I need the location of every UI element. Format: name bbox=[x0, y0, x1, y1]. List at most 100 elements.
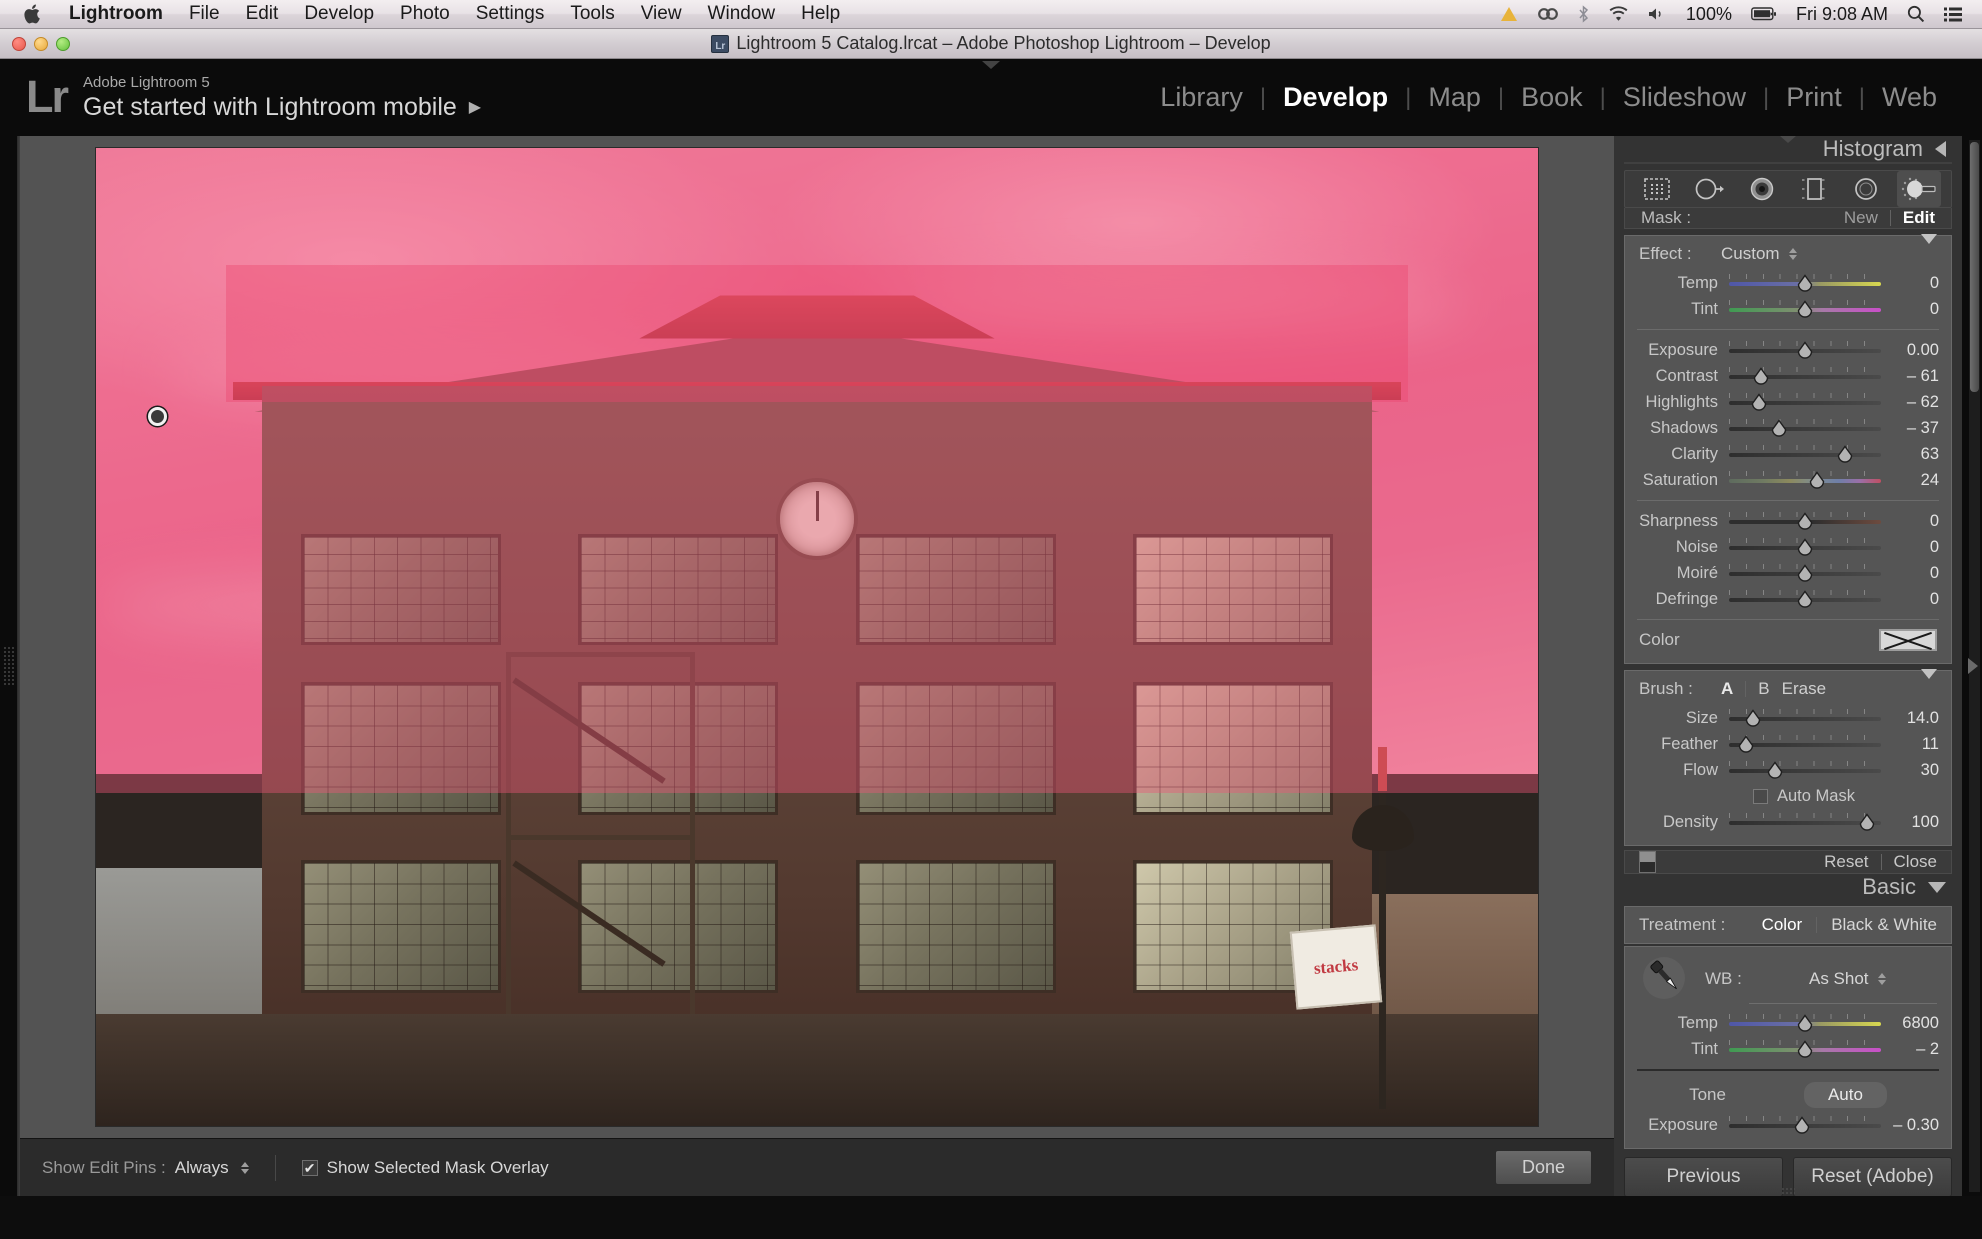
basic-slider-temp-track[interactable] bbox=[1729, 1013, 1881, 1033]
slider-shadows-knob[interactable] bbox=[1770, 419, 1789, 438]
histogram-collapse-icon[interactable] bbox=[1935, 141, 1946, 157]
volume-icon[interactable] bbox=[1648, 6, 1667, 22]
slider-tint-track[interactable] bbox=[1729, 299, 1881, 319]
slider-flow[interactable]: Flow 30 bbox=[1625, 757, 1951, 783]
slider-sharpness-track[interactable] bbox=[1729, 511, 1881, 531]
brush-close-button[interactable]: Close bbox=[1894, 852, 1937, 872]
show-edit-pins-control[interactable]: Show Edit Pins : Always bbox=[42, 1158, 249, 1178]
slider-clarity-track[interactable] bbox=[1729, 444, 1881, 464]
basic-collapse-icon[interactable] bbox=[1928, 882, 1946, 893]
identity-plate[interactable]: Lr Adobe Lightroom 5 Get started with Li… bbox=[0, 74, 481, 122]
module-web[interactable]: Web bbox=[1865, 82, 1954, 113]
menu-lightroom[interactable]: Lightroom bbox=[69, 3, 163, 25]
left-panel-collapse-strip[interactable] bbox=[0, 136, 20, 1196]
treatment-color-option[interactable]: Color bbox=[1762, 915, 1803, 935]
menu-photo[interactable]: Photo bbox=[400, 3, 450, 25]
right-panel-scroll-thumb[interactable] bbox=[1970, 142, 1979, 392]
slider-flow-track[interactable] bbox=[1729, 760, 1881, 780]
tone-auto-button[interactable]: Auto bbox=[1804, 1082, 1887, 1108]
basic-slider-exposure[interactable]: Exposure – 0.30 bbox=[1625, 1112, 1951, 1138]
slider-moire[interactable]: Moiré 0 bbox=[1625, 560, 1951, 586]
module-library[interactable]: Library bbox=[1143, 82, 1260, 113]
slider-feather[interactable]: Feather 11 bbox=[1625, 731, 1951, 757]
slider-exposure[interactable]: Exposure 0.00 bbox=[1625, 337, 1951, 363]
menu-develop[interactable]: Develop bbox=[304, 3, 374, 25]
module-book[interactable]: Book bbox=[1504, 82, 1600, 113]
slider-size-knob[interactable] bbox=[1744, 709, 1763, 728]
right-panel-top-caret[interactable] bbox=[1780, 136, 1796, 143]
mask-overlay-checkbox[interactable]: ✔ bbox=[302, 1160, 318, 1176]
slider-moire-track[interactable] bbox=[1729, 563, 1881, 583]
white-balance-eyedropper[interactable] bbox=[1639, 955, 1691, 1003]
brush-reset-button[interactable]: Reset bbox=[1824, 852, 1868, 872]
color-swatch[interactable] bbox=[1879, 629, 1937, 651]
basic-slider-tint-track[interactable] bbox=[1729, 1039, 1881, 1059]
show-edit-pins-stepper-icon[interactable] bbox=[241, 1162, 249, 1174]
menu-window[interactable]: Window bbox=[708, 3, 776, 25]
show-selected-mask-overlay-control[interactable]: ✔ Show Selected Mask Overlay bbox=[302, 1158, 549, 1178]
slider-defringe[interactable]: Defringe 0 bbox=[1625, 586, 1951, 612]
auto-mask-checkbox[interactable] bbox=[1753, 789, 1768, 804]
effect-collapse-icon[interactable] bbox=[1921, 234, 1937, 263]
slider-density[interactable]: Density 100 bbox=[1625, 809, 1951, 835]
right-panel-collapse-strip[interactable] bbox=[1962, 136, 1982, 1196]
slider-highlights-track[interactable] bbox=[1729, 392, 1881, 412]
slider-density-track[interactable] bbox=[1729, 812, 1881, 832]
slider-shadows-track[interactable] bbox=[1729, 418, 1881, 438]
slider-contrast-knob[interactable] bbox=[1751, 367, 1770, 386]
mask-edit-button[interactable]: Edit bbox=[1903, 208, 1935, 228]
slider-tint-knob[interactable] bbox=[1796, 300, 1815, 319]
slider-defringe-knob[interactable] bbox=[1796, 590, 1815, 609]
module-develop[interactable]: Develop bbox=[1266, 82, 1405, 113]
graduated-filter-tool[interactable] bbox=[1792, 171, 1836, 207]
module-slideshow[interactable]: Slideshow bbox=[1606, 82, 1763, 113]
previous-button[interactable]: Previous bbox=[1624, 1157, 1783, 1196]
menu-file[interactable]: File bbox=[189, 3, 220, 25]
basic-slider-tint-knob[interactable] bbox=[1796, 1040, 1815, 1059]
basic-slider-temp-knob[interactable] bbox=[1796, 1014, 1815, 1033]
panel-switch-toggle[interactable] bbox=[1639, 851, 1656, 873]
reset-adobe-button[interactable]: Reset (Adobe) bbox=[1793, 1157, 1952, 1196]
right-panel-expand-arrow-icon[interactable] bbox=[1968, 658, 1978, 674]
slider-contrast-track[interactable] bbox=[1729, 366, 1881, 386]
done-button[interactable]: Done bbox=[1495, 1150, 1592, 1185]
wb-stepper-icon[interactable] bbox=[1878, 973, 1886, 985]
slider-clarity-knob[interactable] bbox=[1835, 445, 1854, 464]
menu-tools[interactable]: Tools bbox=[570, 3, 614, 25]
adjustment-brush-tool[interactable] bbox=[1897, 171, 1941, 207]
slider-noise-knob[interactable] bbox=[1796, 538, 1815, 557]
basic-slider-tint[interactable]: Tint – 2 bbox=[1625, 1036, 1951, 1062]
creative-cloud-icon[interactable] bbox=[1537, 6, 1559, 22]
top-panel-collapse-caret[interactable] bbox=[982, 61, 1000, 69]
red-eye-correction-tool[interactable] bbox=[1740, 171, 1784, 207]
slider-saturation-knob[interactable] bbox=[1808, 471, 1827, 490]
slider-saturation[interactable]: Saturation 24 bbox=[1625, 467, 1951, 493]
basic-panel-header[interactable]: Basic bbox=[1614, 874, 1962, 900]
slider-temp-track[interactable] bbox=[1729, 273, 1881, 293]
slider-feather-track[interactable] bbox=[1729, 734, 1881, 754]
brush-option-erase[interactable]: Erase bbox=[1782, 679, 1826, 699]
brush-option-b[interactable]: B bbox=[1758, 679, 1769, 699]
slider-sharpness[interactable]: Sharpness 0 bbox=[1625, 508, 1951, 534]
slider-highlights-knob[interactable] bbox=[1750, 393, 1769, 412]
mask-new-button[interactable]: New bbox=[1844, 208, 1878, 228]
spot-removal-tool[interactable] bbox=[1687, 171, 1731, 207]
module-map[interactable]: Map bbox=[1411, 82, 1498, 113]
brush-option-a[interactable]: A bbox=[1721, 679, 1733, 699]
show-edit-pins-value[interactable]: Always bbox=[175, 1158, 229, 1178]
basic-slider-exposure-track[interactable] bbox=[1729, 1115, 1881, 1135]
spotlight-search-icon[interactable] bbox=[1907, 5, 1925, 23]
slider-noise[interactable]: Noise 0 bbox=[1625, 534, 1951, 560]
edit-pin[interactable] bbox=[148, 407, 167, 426]
wb-value[interactable]: As Shot bbox=[1809, 969, 1886, 989]
photo-canvas[interactable]: stacks bbox=[20, 136, 1614, 1138]
slider-saturation-track[interactable] bbox=[1729, 470, 1881, 490]
slider-highlights[interactable]: Highlights – 62 bbox=[1625, 389, 1951, 415]
slider-temp-knob[interactable] bbox=[1796, 274, 1815, 293]
auto-mask-row[interactable]: Auto Mask bbox=[1625, 783, 1951, 809]
slider-flow-knob[interactable] bbox=[1765, 761, 1784, 780]
slider-defringe-track[interactable] bbox=[1729, 589, 1881, 609]
crop-overlay-tool[interactable] bbox=[1635, 171, 1679, 207]
effect-stepper-icon[interactable] bbox=[1789, 248, 1797, 260]
brush-collapse-icon[interactable] bbox=[1921, 669, 1937, 698]
